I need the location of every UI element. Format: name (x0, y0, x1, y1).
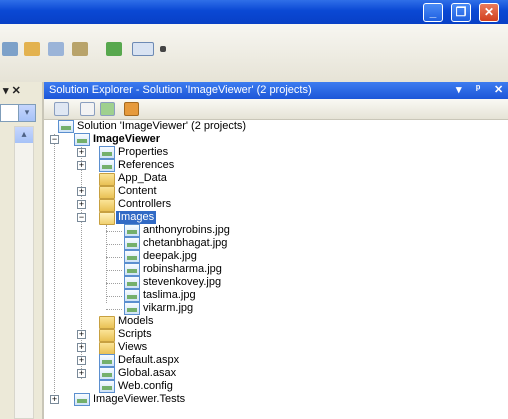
collapse-icon[interactable]: − (77, 213, 86, 222)
expand-icon[interactable]: + (77, 161, 86, 170)
properties-icon[interactable] (54, 102, 69, 116)
chevron-down-icon[interactable]: ▾ (18, 105, 35, 121)
close-panel-icon[interactable]: ✕ (494, 83, 503, 96)
class-diagram-icon[interactable] (124, 102, 139, 116)
folder-icon (99, 199, 115, 212)
config-file-icon (99, 380, 115, 393)
image-file-icon (124, 224, 140, 237)
tree-line (106, 283, 122, 284)
solution-explorer-toolbar (44, 99, 508, 120)
expand-icon[interactable]: + (77, 330, 86, 339)
toolbar-icon-5[interactable] (106, 42, 122, 56)
toolbar-icon-1[interactable] (2, 42, 18, 56)
restore-button[interactable]: ❐ (451, 3, 471, 22)
open-folder-icon (99, 212, 115, 225)
panel-title: Solution Explorer - Solution 'ImageViewe… (49, 84, 312, 96)
expand-icon[interactable]: + (77, 148, 86, 157)
aspx-file-icon (99, 354, 115, 367)
window-title-bar: _ ❐ ✕ (0, 0, 508, 24)
folder-icon (99, 186, 115, 199)
toolbar-dropdown[interactable] (132, 42, 154, 56)
expand-icon[interactable]: + (77, 343, 86, 352)
left-panel-header: ▾ ✕ (0, 82, 42, 98)
left-docked-panel: ▾ ✕ ▾ ▴ (0, 82, 42, 419)
expand-icon[interactable]: + (50, 395, 59, 404)
left-panel-controls[interactable]: ▾ ✕ (3, 84, 21, 97)
solution-tree: Solution 'ImageViewer' (2 projects) − Im… (50, 120, 247, 406)
minimize-button[interactable]: _ (423, 3, 443, 22)
close-window-button[interactable]: ✕ (479, 3, 499, 22)
show-all-files-icon[interactable] (80, 102, 95, 116)
window-position-icon[interactable]: ▾ (456, 83, 462, 96)
solution-explorer: Solution Explorer - Solution 'ImageViewe… (44, 82, 508, 419)
toolbar-icon-2[interactable] (24, 42, 40, 56)
references-icon (99, 159, 115, 172)
project-icon (74, 133, 90, 146)
tree-line (106, 225, 107, 303)
folder-icon (99, 329, 115, 342)
expand-icon[interactable]: + (77, 369, 86, 378)
tools-icon[interactable] (72, 42, 88, 56)
toolbar-icon-3[interactable] (48, 42, 64, 56)
asax-file-icon (99, 367, 115, 380)
expand-icon[interactable]: + (77, 200, 86, 209)
tree-line (106, 257, 122, 258)
solution-icon (58, 120, 74, 133)
pin-icon[interactable]: ᵖ (476, 83, 480, 95)
expand-icon[interactable]: + (77, 187, 86, 196)
tree-line (106, 231, 122, 232)
image-file-icon (124, 250, 140, 263)
image-file-icon (124, 302, 140, 315)
image-file-icon (124, 276, 140, 289)
toolbar-overflow-icon[interactable] (160, 46, 166, 52)
tree-line (106, 309, 122, 310)
properties-folder-icon (99, 146, 115, 159)
collapse-icon[interactable]: − (50, 135, 59, 144)
folder-icon (99, 173, 115, 186)
image-file-icon (124, 263, 140, 276)
tree-line (106, 296, 122, 297)
tree-line (54, 134, 55, 393)
image-file-icon (124, 237, 140, 250)
project-icon (74, 393, 90, 406)
solution-explorer-title-bar: Solution Explorer - Solution 'ImageViewe… (44, 82, 508, 99)
left-panel-scrollbar[interactable]: ▴ (14, 126, 34, 419)
folder-icon (99, 316, 115, 329)
left-panel-combo[interactable]: ▾ (0, 104, 36, 122)
tree-line (106, 244, 122, 245)
tree-line (106, 270, 122, 271)
scroll-up-button[interactable]: ▴ (15, 127, 33, 143)
image-file-icon (124, 289, 140, 302)
expand-icon[interactable]: + (77, 356, 86, 365)
refresh-icon[interactable] (100, 102, 115, 116)
main-toolbar (0, 24, 508, 82)
